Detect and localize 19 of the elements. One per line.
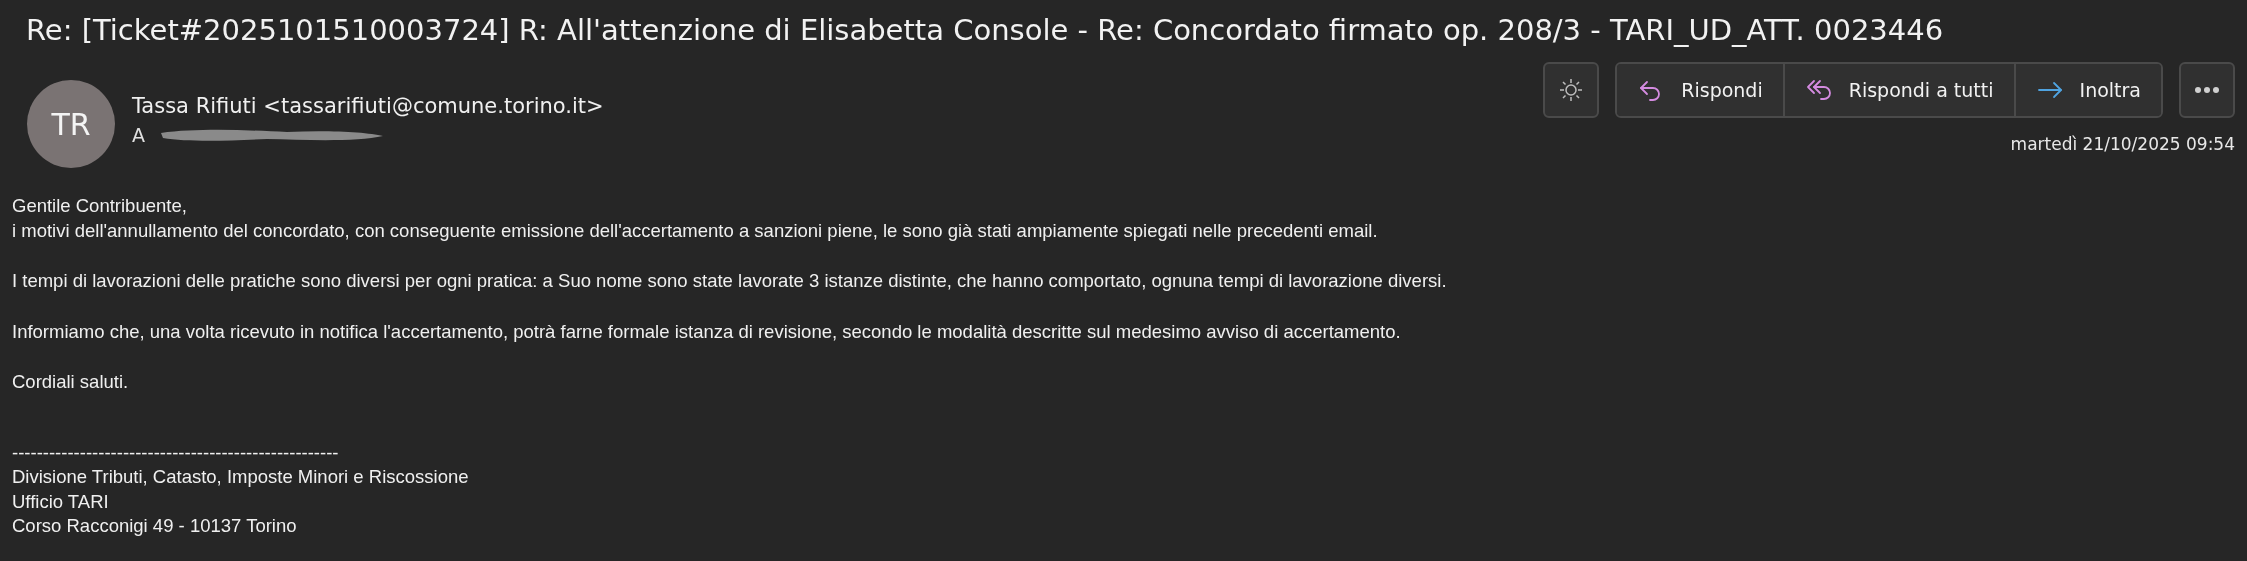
email-date: martedì 21/10/2025 09:54 <box>2010 134 2235 154</box>
recipient-label: A <box>132 124 145 146</box>
theme-toggle-button[interactable] <box>1543 62 1600 118</box>
body-text: I tempi di lavorazioni delle pratiche sono diversi per ogni pratica: a Suo nome sono state lavorate 3 istanze distinte, che hanno comportato, ognuna tempi di lavorazione diversi. <box>12 269 1447 293</box>
signature-text: Ufficio TARI <box>12 489 109 514</box>
reply-button[interactable]: Rispondi <box>1617 64 1785 116</box>
signature-text: Divisione Tributi, Catasto, Imposte Minori e Riscossione <box>12 465 469 489</box>
body-text: Informiamo che, una volta ricevuto in notifica l'accertamento, potrà farne formale istanza di revisione, secondo le modalità descritte sul medesimo avviso di accertamento. <box>12 319 1401 344</box>
more-icon <box>2194 86 2220 94</box>
email-subject: Re: [Ticket#2025101510003724] R: All'attenzione di Elisabetta Console - Re: Concordato firmato op. 208/3 - TARI_UD_ATT. 0023446 <box>25 12 1945 49</box>
separator-text: ----------------------------------------------------- <box>12 440 339 465</box>
signature-text: Corso Racconigi 49 - 10137 Torino <box>12 514 297 538</box>
body-text: Gentile Contribuente, <box>12 194 187 218</box>
body-text: Cordiali saluti. <box>12 370 129 394</box>
sender-name: Tassa Rifiuti <tassarifiuti@comune.torino.it> <box>132 93 604 120</box>
more-button[interactable] <box>2179 62 2235 118</box>
body-text: i motivi dell'annullamento del concordato, con conseguente emissione dell'accertamento a sanzioni piene, le sono già stati ampiamente spiegati nelle precedenti email. <box>12 218 1378 243</box>
sun-icon <box>1558 77 1585 103</box>
sender-avatar: TR <box>27 80 115 168</box>
